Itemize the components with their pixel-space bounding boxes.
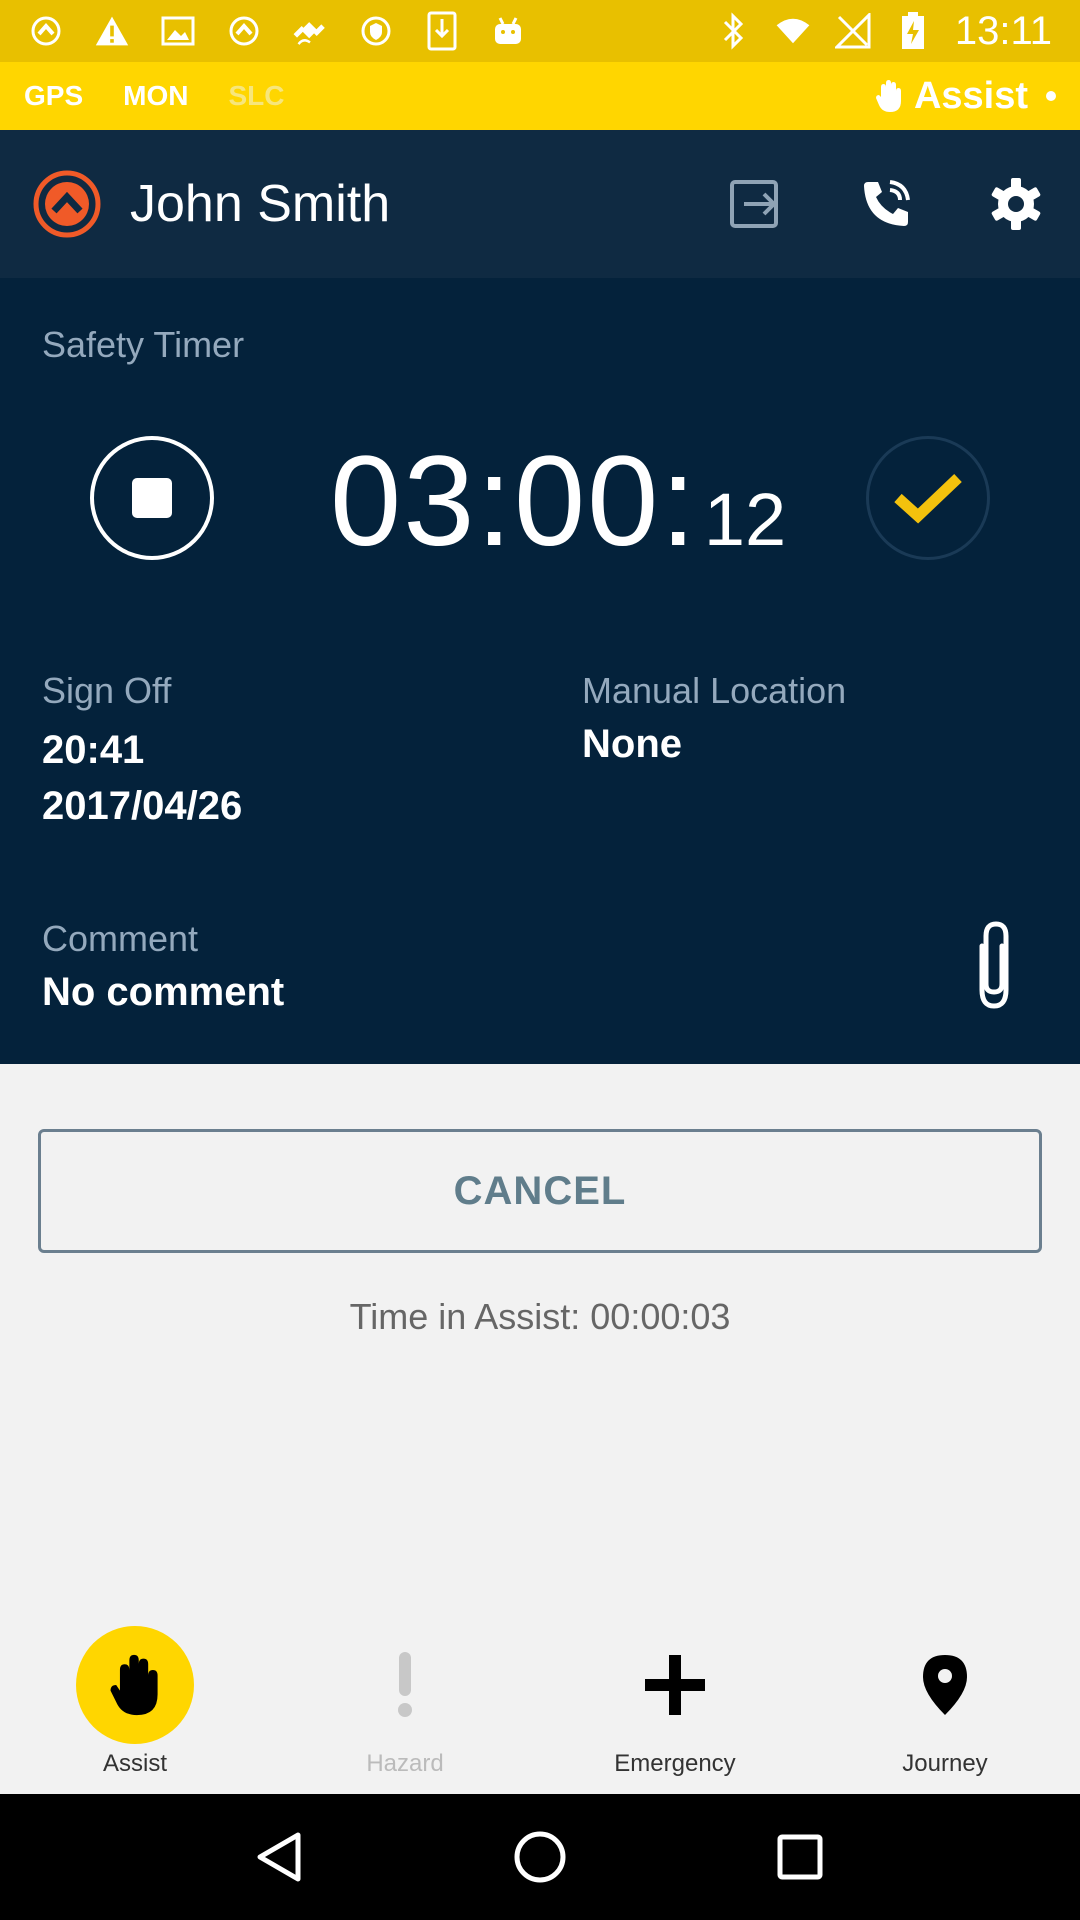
checkmark-icon: [894, 474, 962, 524]
assist-indicator: Assist: [875, 74, 1056, 118]
app-notification-icon: [28, 13, 64, 49]
nav-item-hazard[interactable]: Hazard: [270, 1604, 540, 1794]
system-navigation-bar: [0, 1794, 1080, 1920]
mode-bar: GPS MON SLC Assist: [0, 62, 1080, 130]
warning-icon: [94, 13, 130, 49]
sign-off-label: Sign Off: [42, 670, 172, 711]
nav-label-hazard: Hazard: [366, 1750, 444, 1777]
timer-display: 03:00: 12: [330, 428, 786, 575]
bottom-navigation: Assist Hazard Emergency Journey: [0, 1604, 1080, 1794]
paperclip-icon[interactable]: [960, 918, 1024, 1014]
stop-icon: [132, 478, 172, 518]
settings-icon[interactable]: [988, 176, 1044, 232]
nav-item-assist[interactable]: Assist: [0, 1604, 270, 1794]
recents-icon[interactable]: [770, 1827, 830, 1887]
manual-location-value: None: [582, 722, 682, 766]
download-icon: [424, 11, 460, 51]
location-pin-icon: [886, 1626, 1004, 1744]
mode-gps[interactable]: GPS: [24, 80, 83, 112]
shield-icon: [358, 13, 394, 49]
manual-location-section[interactable]: Manual Location None: [582, 670, 846, 767]
comment-section[interactable]: Comment No comment: [42, 918, 284, 1015]
sign-off-date: 2017/04/26: [42, 784, 243, 828]
hand-icon: [76, 1626, 194, 1744]
fake-gps-icon: [292, 13, 328, 49]
nav-item-emergency[interactable]: Emergency: [540, 1604, 810, 1794]
nav-label-journey: Journey: [902, 1750, 988, 1777]
nav-label-assist: Assist: [102, 1750, 167, 1777]
mode-slc[interactable]: SLC: [228, 80, 284, 112]
sign-off-section: Sign Off 20:41 2017/04/26: [42, 670, 242, 834]
android-icon: [490, 13, 526, 49]
logout-icon[interactable]: [728, 176, 784, 232]
bluetooth-icon: [715, 12, 751, 50]
manual-location-label: Manual Location: [582, 670, 847, 711]
user-name: John Smith: [130, 175, 391, 233]
safety-timer-title: Safety Timer: [42, 324, 245, 365]
nav-item-journey[interactable]: Journey: [810, 1604, 1080, 1794]
sign-off-time: 20:41: [42, 728, 145, 772]
assist-label: Assist: [913, 74, 1028, 117]
mode-mon[interactable]: MON: [123, 80, 188, 112]
comment-value: No comment: [42, 970, 285, 1014]
comment-label: Comment: [42, 918, 199, 959]
timer-main: 03:00:: [330, 430, 698, 573]
time-in-assist: Time in Assist: 00:00:03: [349, 1296, 731, 1337]
assist-dot: [1046, 91, 1056, 101]
status-bar: 13:11: [0, 0, 1080, 62]
exclamation-icon: [346, 1626, 464, 1744]
plus-icon: [616, 1626, 734, 1744]
hand-icon: [875, 80, 901, 112]
app-notification-icon: [226, 13, 262, 49]
status-time: 13:11: [954, 8, 1052, 53]
image-icon: [160, 13, 196, 49]
phone-icon[interactable]: [858, 176, 914, 232]
app-header: John Smith: [0, 130, 1080, 278]
back-icon[interactable]: [250, 1827, 310, 1887]
nav-label-emergency: Emergency: [614, 1750, 736, 1777]
home-icon[interactable]: [510, 1827, 570, 1887]
app-logo-icon[interactable]: [32, 169, 102, 239]
safety-timer-panel: Safety Timer 03:00: 12 Sign Off 20:41 20…: [0, 278, 1080, 1064]
cancel-button[interactable]: CANCEL: [38, 1129, 1042, 1253]
battery-charging-icon: [895, 12, 931, 49]
no-signal-icon: [834, 13, 871, 49]
timer-seconds: 12: [703, 478, 787, 561]
stop-timer-button[interactable]: [90, 436, 214, 560]
wifi-icon: [775, 13, 811, 49]
confirm-timer-button[interactable]: [866, 436, 990, 560]
